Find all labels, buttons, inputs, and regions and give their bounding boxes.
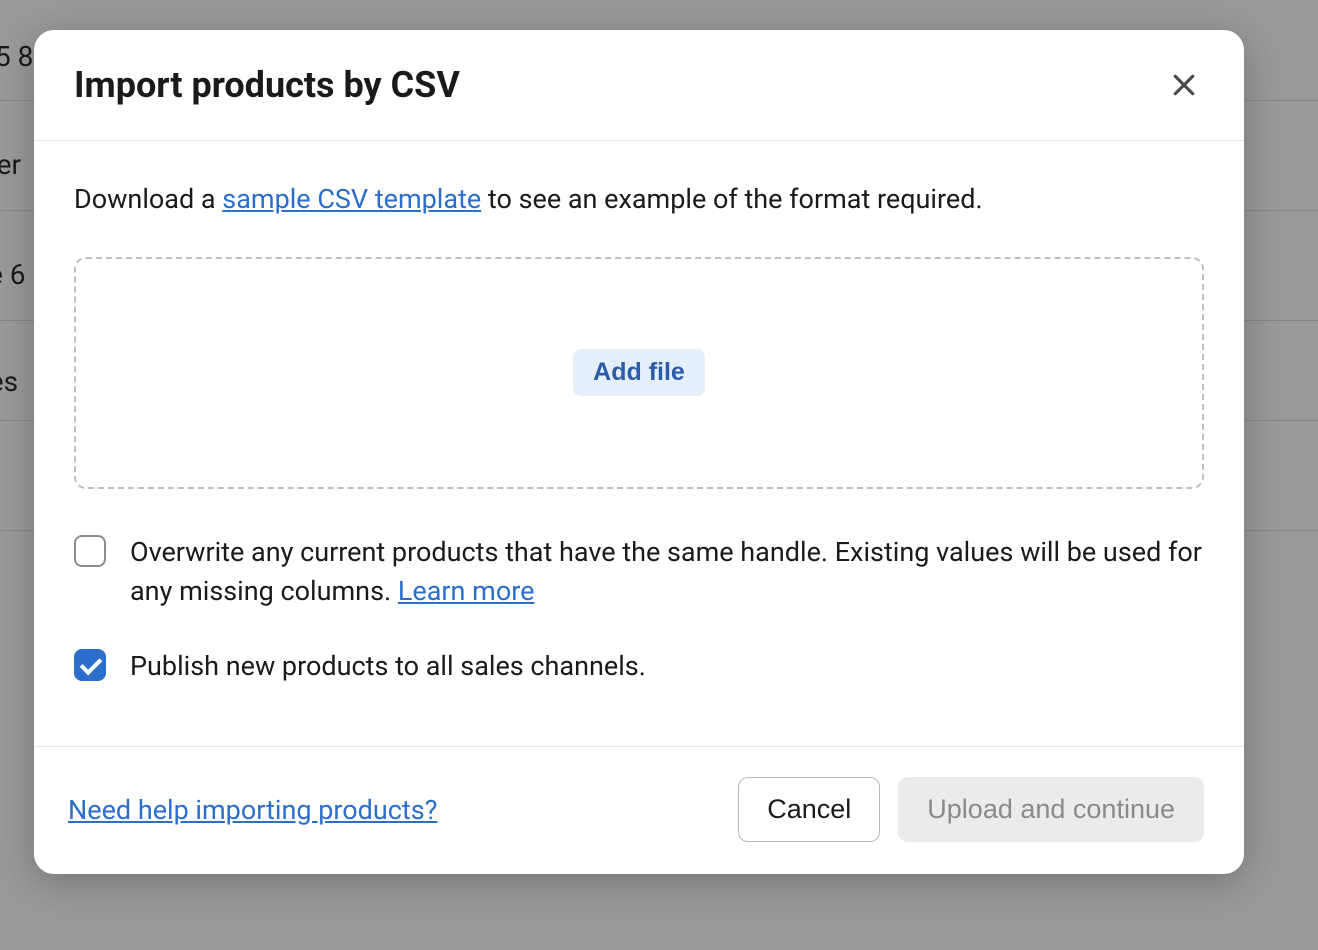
overwrite-checkbox[interactable] [74,535,106,567]
overwrite-text: Overwrite any current products that have… [130,536,1202,607]
overwrite-label: Overwrite any current products that have… [130,533,1204,611]
publish-label: Publish new products to all sales channe… [130,647,646,686]
modal-title: Import products by CSV [74,64,460,106]
close-icon [1169,70,1199,100]
close-button[interactable] [1164,65,1204,105]
overwrite-option: Overwrite any current products that have… [74,533,1204,611]
instruction-text: Download a sample CSV template to see an… [74,181,1204,219]
publish-checkbox[interactable] [74,649,106,681]
help-link[interactable]: Need help importing products? [68,794,437,826]
file-dropzone[interactable]: Add file [74,257,1204,489]
bg-fragment: 5 8 [0,40,33,73]
footer-buttons: Cancel Upload and continue [738,777,1204,842]
instruction-suffix: to see an example of the format required… [481,183,982,215]
learn-more-link[interactable]: Learn more [398,575,535,607]
modal-footer: Need help importing products? Cancel Upl… [34,746,1244,874]
bg-fragment: les [0,365,18,398]
modal-header: Import products by CSV [34,30,1244,141]
bg-fragment: e 6 [0,258,26,291]
instruction-prefix: Download a [74,183,222,215]
cancel-button[interactable]: Cancel [738,777,880,842]
import-csv-modal: Import products by CSV Download a sample… [34,30,1244,874]
upload-continue-button[interactable]: Upload and continue [898,777,1204,842]
add-file-button[interactable]: Add file [573,349,705,396]
sample-csv-link[interactable]: sample CSV template [222,183,481,215]
bg-fragment: cer [0,148,21,181]
modal-body: Download a sample CSV template to see an… [34,141,1244,746]
publish-option: Publish new products to all sales channe… [74,647,1204,686]
